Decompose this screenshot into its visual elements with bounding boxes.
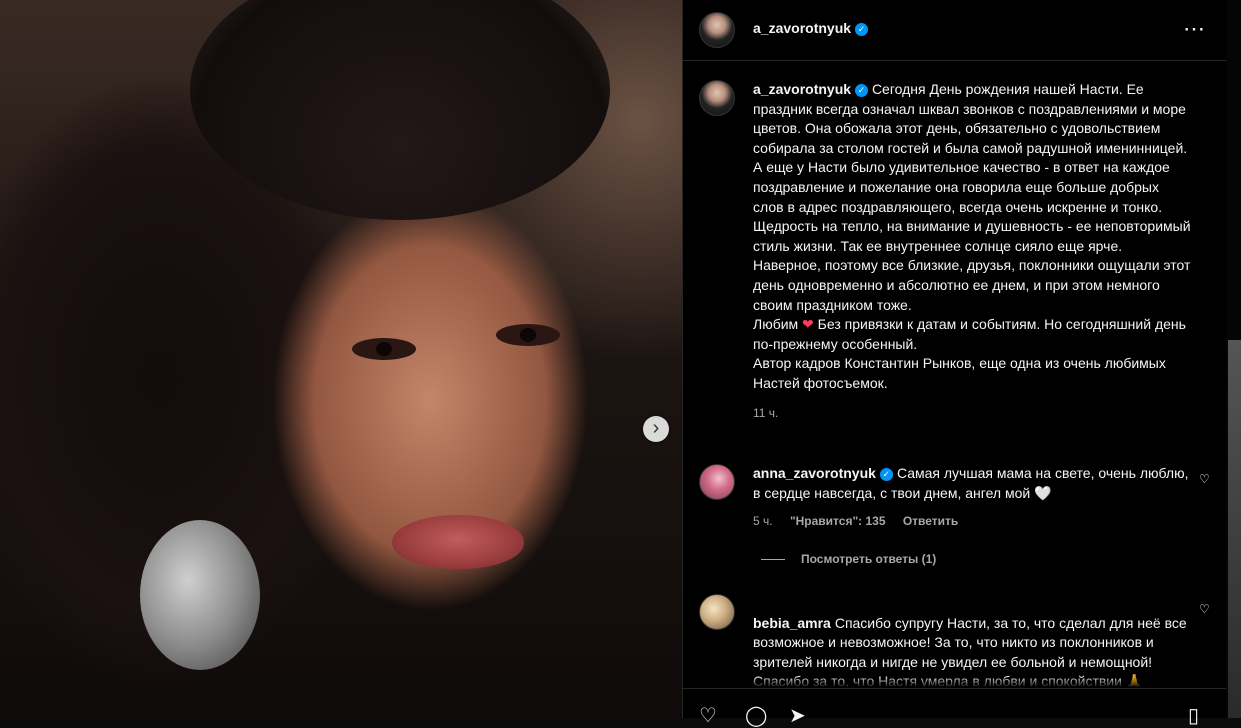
commenter-username[interactable]: bebia_amra	[753, 615, 831, 631]
share-icon[interactable]: ➤	[789, 703, 806, 728]
comment-like-count[interactable]: "Нравится": 135	[790, 514, 886, 528]
author-username[interactable]: a_zavorotnyuk	[753, 20, 851, 36]
comments-fade	[683, 676, 1227, 688]
caption-text-second: Без привязки к датам и событиям. Но сего…	[753, 316, 1186, 352]
author-avatar[interactable]	[699, 12, 735, 48]
heart-icon[interactable]: ♡	[699, 703, 717, 728]
photo-hair-shape	[190, 0, 610, 220]
comment-like-heart-icon[interactable]: ♡	[1199, 472, 1210, 486]
caption-text-credit: Автор кадров Константин Рынков, еще одна…	[753, 355, 1166, 391]
caption-text-main: Сегодня День рождения нашей Насти. Ее пр…	[753, 81, 1191, 313]
view-replies-divider	[761, 559, 785, 561]
post-side-panel: a_zavorotnyuk ✓ ⋯ a_zavorotnyuk ✓ Сегодня …	[682, 0, 1227, 727]
comment-actions: 5 ч. "Нравится": 135 Ответить	[753, 514, 972, 528]
post-timestamp[interactable]: 11 ч.	[753, 404, 1193, 424]
photo-eye-right	[496, 324, 560, 346]
commenter-username[interactable]: anna_zavorotnyuk	[753, 465, 876, 481]
post-photo[interactable]: ›	[0, 0, 682, 718]
post-header: a_zavorotnyuk ✓ ⋯	[683, 0, 1227, 61]
comment-icon[interactable]: ◯	[745, 703, 767, 728]
heart-emoji-icon: ❤	[802, 316, 814, 333]
caption-author-username[interactable]: a_zavorotnyuk	[753, 81, 851, 97]
comment-reply-button[interactable]: Ответить	[903, 514, 958, 528]
background-edge	[1226, 0, 1241, 718]
commenter-avatar[interactable]	[699, 594, 735, 630]
photo-eye-left	[352, 338, 416, 360]
background-edge-strip	[1228, 340, 1241, 718]
view-replies-button[interactable]: Посмотреть ответы (1)	[761, 552, 936, 566]
comment-like-heart-icon[interactable]: ♡	[1199, 602, 1210, 616]
photo-lips	[392, 515, 524, 569]
caption-author-avatar[interactable]	[699, 80, 735, 116]
bookmark-icon[interactable]: ▯	[1188, 703, 1199, 728]
commenter-avatar[interactable]	[699, 464, 735, 500]
post-action-bar: ♡ ◯ ➤ ▯	[683, 688, 1227, 727]
verified-badge-icon: ✓	[879, 468, 893, 481]
verified-badge-icon: ✓	[855, 84, 869, 97]
verified-badge-icon: ✓	[855, 23, 869, 36]
carousel-next-button[interactable]: ›	[643, 416, 669, 442]
chevron-right-icon: ›	[652, 417, 660, 439]
view-replies-label: Посмотреть ответы (1)	[801, 552, 937, 566]
caption-love-word: Любим	[753, 316, 799, 333]
photo-earring	[140, 520, 260, 670]
comment-time[interactable]: 5 ч.	[753, 514, 773, 528]
more-options-icon[interactable]: ⋯	[1183, 16, 1206, 42]
post-caption: a_zavorotnyuk ✓ Сегодня День рождения наш…	[753, 80, 1193, 423]
